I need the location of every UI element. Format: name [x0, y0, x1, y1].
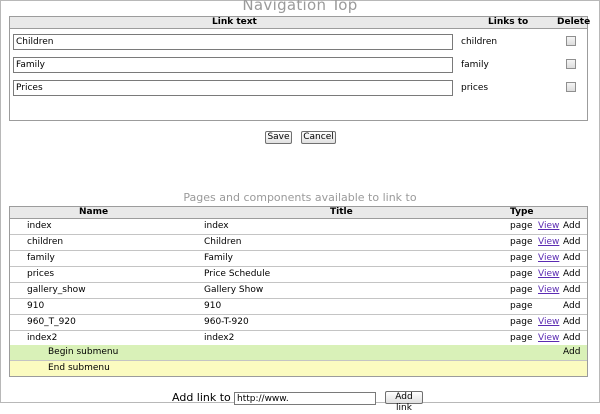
page-name: 960_T_920: [27, 317, 76, 327]
add-action[interactable]: Add: [563, 331, 580, 346]
page-title: Family: [204, 253, 233, 263]
add-action[interactable]: Add: [563, 283, 580, 298]
page-type: page: [510, 301, 533, 311]
table-row: children Children page View Add: [10, 235, 587, 251]
view-link[interactable]: View: [538, 283, 559, 298]
header-link-text: Link text: [212, 17, 257, 27]
links-to-value: prices: [461, 83, 489, 93]
end-submenu-label: End submenu: [48, 363, 110, 373]
page-type: page: [510, 269, 533, 279]
add-action[interactable]: Add: [563, 315, 580, 330]
save-button[interactable]: Save: [265, 131, 292, 144]
header-name: Name: [79, 207, 109, 217]
view-link[interactable]: View: [538, 235, 559, 250]
view-link[interactable]: View: [538, 267, 559, 282]
view-link[interactable]: View: [538, 219, 559, 234]
page-name: children: [27, 237, 64, 247]
page-title: 910: [204, 301, 222, 311]
page-name: family: [27, 253, 55, 263]
table-row: gallery_show Gallery Show page View Add: [10, 283, 587, 299]
header-delete: Delete: [557, 17, 591, 27]
page-type: page: [510, 333, 533, 343]
links-to-value: family: [461, 60, 489, 70]
add-link-url-input[interactable]: [234, 392, 376, 405]
page-type: page: [510, 253, 533, 263]
view-link[interactable]: View: [538, 315, 559, 330]
end-submenu-row: End submenu: [10, 361, 587, 376]
pages-section-title: Pages and components available to link t…: [183, 191, 417, 204]
cancel-button[interactable]: Cancel: [301, 131, 336, 144]
header-type: Type: [510, 207, 534, 217]
page-type: page: [510, 221, 533, 231]
page-title: index2: [204, 333, 235, 343]
page-title: Children: [204, 237, 242, 247]
delete-checkbox[interactable]: [566, 59, 576, 69]
header-title: Title: [330, 207, 353, 217]
delete-checkbox[interactable]: [566, 36, 576, 46]
page-name: index: [27, 221, 52, 231]
page-name: prices: [27, 269, 55, 279]
view-link[interactable]: View: [538, 331, 559, 346]
table-row: 910 910 page Add: [10, 299, 587, 315]
page-title: 960-T-920: [204, 317, 249, 327]
link-text-input-children[interactable]: [13, 34, 453, 50]
add-action[interactable]: Add: [563, 345, 580, 360]
pages-components-table: Name Title Type index index page View Ad…: [9, 206, 588, 377]
navigation-links-table: Link text Links to Delete children famil…: [9, 16, 591, 121]
link-text-input-family[interactable]: [13, 57, 453, 73]
nav-link-row: children: [10, 31, 587, 54]
table-row: 960_T_920 960-T-920 page View Add: [10, 315, 587, 331]
page-type: page: [510, 317, 533, 327]
pages-table-header: Name Title Type: [10, 207, 587, 219]
links-to-value: children: [461, 37, 498, 47]
table-row: family Family page View Add: [10, 251, 587, 267]
page-name: index2: [27, 333, 58, 343]
page-name: gallery_show: [27, 285, 86, 295]
begin-submenu-label: Begin submenu: [48, 347, 119, 357]
navigation-top-title: Navigation Top: [242, 0, 358, 14]
page-title: Gallery Show: [204, 285, 264, 295]
page-type: page: [510, 237, 533, 247]
nav-link-row: prices: [10, 77, 587, 100]
add-link-button[interactable]: Add link: [385, 391, 423, 413]
page-title: Price Schedule: [204, 269, 271, 279]
delete-checkbox[interactable]: [566, 82, 576, 92]
add-action[interactable]: Add: [563, 219, 580, 234]
begin-submenu-row: Begin submenu Add: [10, 345, 587, 361]
nav-link-row: family: [10, 54, 587, 77]
page-type: page: [510, 285, 533, 295]
table-row: prices Price Schedule page View Add: [10, 267, 587, 283]
header-links-to: Links to: [488, 17, 529, 27]
page-title: index: [204, 221, 229, 231]
add-action[interactable]: Add: [563, 267, 580, 282]
add-action[interactable]: Add: [563, 235, 580, 250]
page-name: 910: [27, 301, 45, 311]
add-link-label: Add link to: [172, 391, 231, 404]
add-action[interactable]: Add: [563, 299, 580, 314]
table-row: index index page View Add: [10, 219, 587, 235]
navigation-table-header: Link text Links to Delete: [10, 17, 591, 29]
add-action[interactable]: Add: [563, 251, 580, 266]
view-link[interactable]: View: [538, 251, 559, 266]
link-text-input-prices[interactable]: [13, 80, 453, 96]
